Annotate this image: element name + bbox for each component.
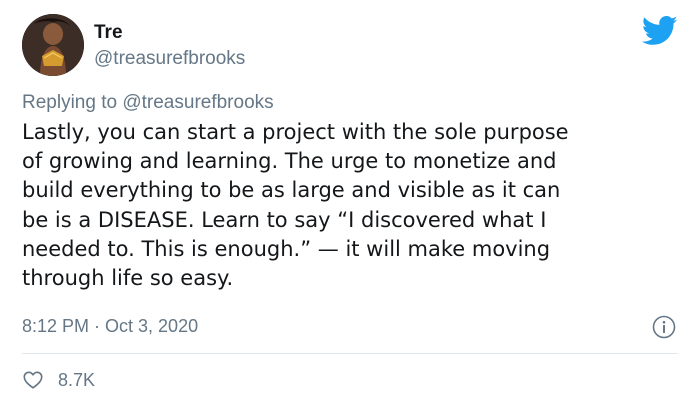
avatar[interactable] — [22, 14, 84, 76]
author-display-name[interactable]: Tre — [94, 22, 123, 44]
divider — [22, 353, 678, 354]
replying-to-line: Replying to @treasurefbrooks — [22, 92, 274, 114]
author-handle[interactable]: @treasurefbrooks — [94, 48, 245, 70]
tweet-card: Tre @treasurefbrooks Replying to @treasu… — [0, 0, 700, 406]
tweet-text-line: be is a DISEASE. Learn to say “I discove… — [22, 207, 547, 232]
replying-to-label: Replying to — [22, 92, 118, 113]
twitter-bird-icon[interactable] — [642, 16, 678, 46]
tweet-text-line: build everything to be as large and visi… — [22, 178, 561, 203]
replying-to-mention[interactable]: @treasurefbrooks — [122, 92, 273, 113]
tweet-text-line: of growing and learning. The urge to mon… — [22, 149, 557, 174]
avatar-image — [22, 14, 84, 76]
info-icon[interactable] — [652, 315, 676, 339]
heart-icon — [23, 371, 43, 389]
tweet-text-line: Lastly, you can start a project with the… — [22, 120, 569, 144]
like-count: 8.7K — [58, 369, 96, 390]
tweet-text-line: through life so easy. — [22, 266, 234, 291]
tweet-text-line: needed to. This is enough.” — it will ma… — [22, 236, 551, 261]
tweet-timestamp[interactable]: 8:12 PM · Oct 3, 2020 — [22, 316, 198, 337]
like-button[interactable]: 8.7K — [22, 368, 95, 392]
tweet-text: Lastly, you can start a project with the… — [22, 118, 682, 293]
